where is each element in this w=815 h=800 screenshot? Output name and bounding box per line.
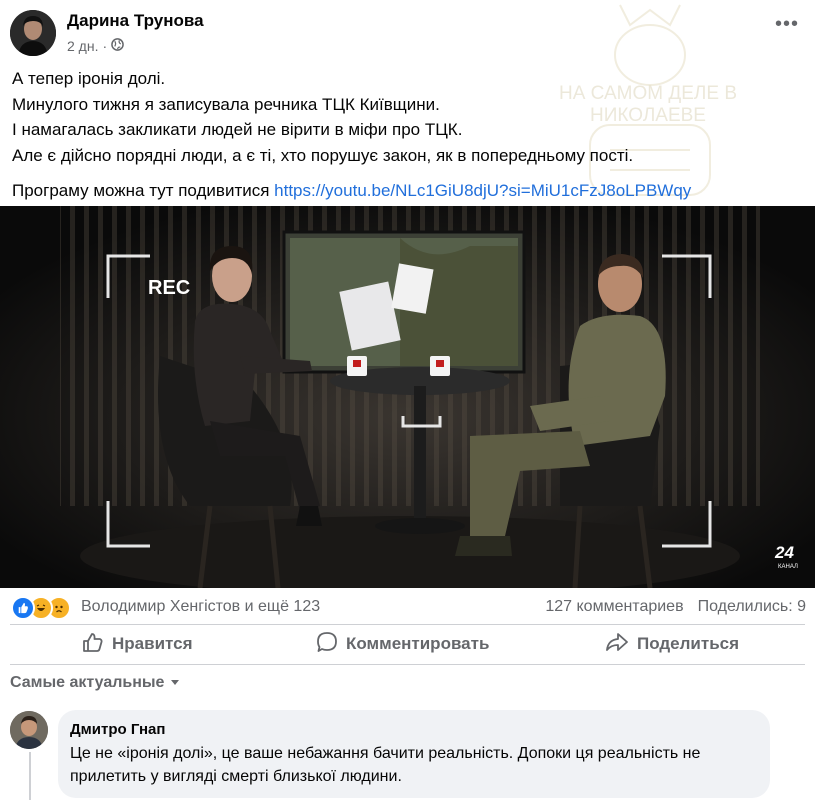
reaction-icons[interactable] (11, 596, 77, 620)
post-meta: 2 дн. · (67, 38, 124, 54)
post-line: А тепер іронія долі. (12, 69, 166, 88)
reaction-names[interactable]: Володимир Хенгістов и ещё 123 (81, 598, 320, 616)
comments-sort-dropdown[interactable]: Самые актуальные (10, 674, 180, 692)
commenter-avatar[interactable] (10, 711, 48, 749)
post-video-thumbnail[interactable]: REC 24 КАНАЛ (0, 206, 815, 588)
divider (10, 624, 805, 625)
comment-thread-line (29, 752, 31, 800)
globe-icon (111, 38, 124, 54)
comments-sort-label: Самые актуальные (10, 674, 165, 691)
post-actions: Нравится Комментировать Поделиться (0, 626, 815, 662)
post-author-name[interactable]: Дарина Трунова (67, 11, 204, 31)
reactions-bar: Володимир Хенгістов и ещё 123 127 коммен… (0, 590, 815, 622)
channel-number: 24 (774, 543, 794, 562)
caret-down-icon (170, 674, 180, 692)
channel-word: КАНАЛ (778, 564, 798, 570)
share-button[interactable]: Поделиться (605, 626, 739, 662)
divider (10, 664, 805, 665)
thumbs-up-icon (82, 631, 104, 658)
post-time[interactable]: 2 дн. (67, 38, 98, 54)
comments-count[interactable]: 127 комментариев (545, 598, 683, 616)
meta-separator: · (102, 38, 108, 54)
comment-button[interactable]: Комментировать (316, 626, 489, 662)
engagement-counts: 127 комментариев Поделились: 9 (545, 598, 806, 616)
comment-label: Комментировать (346, 634, 490, 653)
more-options-button[interactable]: ••• (773, 14, 801, 37)
comment-author[interactable]: Дмитро Гнап (70, 721, 165, 738)
youtube-link[interactable]: https://youtu.be/NLc1GiU8djU?si=MiU1cFzJ… (274, 181, 691, 200)
program-line: Програму можна тут подивитися https://yo… (12, 178, 802, 204)
comment-bubble-icon (316, 631, 338, 658)
author-avatar[interactable] (10, 10, 56, 56)
rec-label: REC (148, 277, 190, 299)
share-arrow-icon (605, 631, 629, 658)
share-label: Поделиться (637, 634, 740, 653)
like-button[interactable]: Нравится (82, 626, 193, 662)
shares-count[interactable]: Поделились: 9 (698, 598, 806, 616)
post-line: Але є дійсно порядні люди, а є ті, хто п… (12, 145, 634, 165)
post-text: А тепер іронія долі. Минулого тижня я за… (12, 66, 802, 204)
comment-text: Це не «іронія долі», це ваше небажання б… (70, 745, 701, 785)
program-prefix: Програму можна тут подивитися (12, 181, 275, 200)
post-header: Дарина Трунова 2 дн. · ••• (0, 0, 815, 62)
like-label: Нравится (112, 634, 193, 653)
like-icon (11, 596, 35, 620)
post-line: І намагалась закликати людей не вірити в… (12, 120, 463, 139)
post-line: Минулого тижня я записувала речника ТЦК … (12, 94, 440, 114)
comment-bubble: Дмитро Гнап Це не «іронія долі», це ваше… (58, 710, 770, 798)
